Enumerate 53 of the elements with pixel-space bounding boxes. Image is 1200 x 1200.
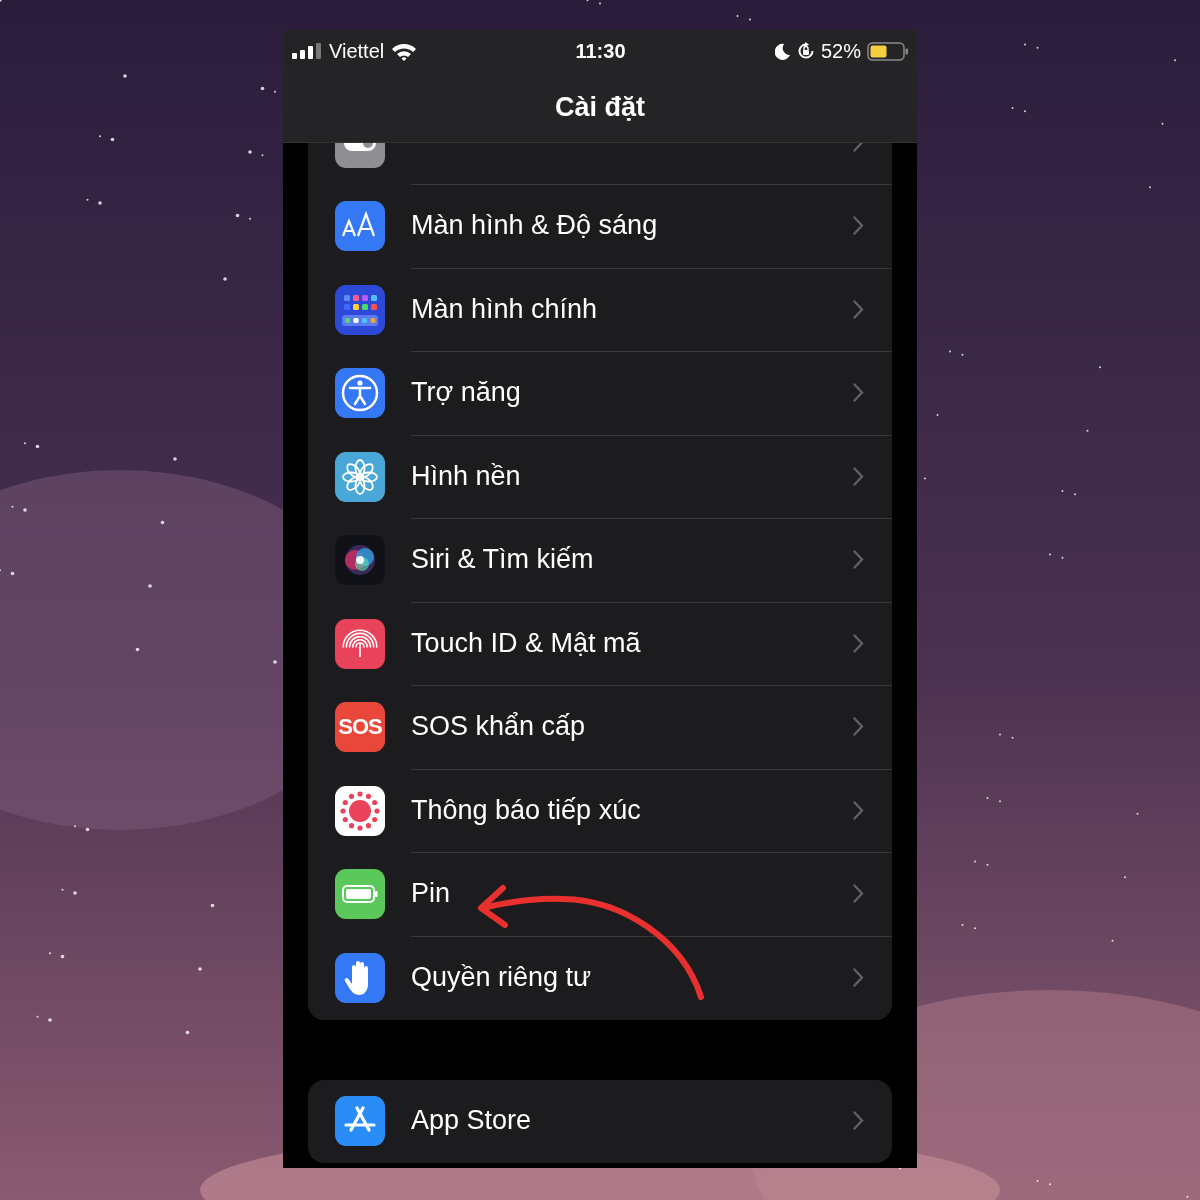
chevron-icon [853,633,864,653]
chevron-icon [853,884,864,904]
fingerprint-icon [335,618,385,669]
settings-row[interactable]: App Store [308,1079,892,1163]
battery-icon [335,869,385,920]
chevron-icon [853,717,864,737]
row-label: Pin [411,878,451,910]
row-label: Trợ năng [411,377,521,409]
row-label: Quyền riêng tư [411,962,592,994]
settings-row[interactable]: Hình nền [308,435,892,519]
settings-row[interactable]: Siri & Tìm kiếm [308,518,892,602]
dots-ring-icon [335,785,385,836]
settings-row[interactable]: Màn hình chính [308,268,892,352]
chevron-icon [853,299,864,319]
row-label: Touch ID & Mật mã [411,627,641,659]
row-label: Màn hình chính [411,293,598,325]
clock-time: 11:30 [575,39,626,63]
chevron-icon [853,968,864,988]
settings-row[interactable]: Pin [308,852,892,936]
app-store-icon [335,1096,385,1147]
sos-icon: SOS [335,702,385,753]
orb-icon [335,535,385,586]
moon-icon [774,42,791,60]
battery-icon [867,41,909,61]
row-label: Siri & Tìm kiếm [411,544,594,576]
carrier-name: Viettel [329,39,385,63]
wifi-icon [391,41,418,61]
signal-icon [292,43,322,59]
settings-row[interactable]: SOS SOS khẩn cấp [308,685,892,769]
row-label: Thông báo tiếp xúc [411,794,641,826]
settings-row[interactable]: Quyền riêng tư [308,936,892,1020]
hand-icon [335,952,385,1003]
person-icon [335,368,385,419]
chevron-icon [853,550,864,570]
battery-percentage: 52% [820,39,861,63]
chevron-icon [853,800,864,820]
row-label: App Store [411,1105,532,1137]
row-label: Hình nền [411,460,521,492]
chevron-icon [853,466,864,486]
settings-row[interactable]: Trợ năng [308,351,892,435]
row-label: SOS khẩn cấp [411,711,586,743]
settings-row[interactable]: Thông báo tiếp xúc [308,769,892,853]
chevron-icon [853,216,864,236]
settings-row[interactable]: Touch ID & Mật mã [308,602,892,686]
flower-icon [335,451,385,502]
settings-row[interactable]: Màn hình & Độ sáng [308,184,892,268]
chevron-icon [853,383,864,403]
row-label: Màn hình & Độ sáng [411,210,658,242]
letters-icon [335,201,385,252]
chevron-icon [853,1111,864,1131]
rotation-lock-icon [796,42,815,60]
app-grid-icon [335,284,385,335]
screen-title: Cài đặt [555,91,645,123]
